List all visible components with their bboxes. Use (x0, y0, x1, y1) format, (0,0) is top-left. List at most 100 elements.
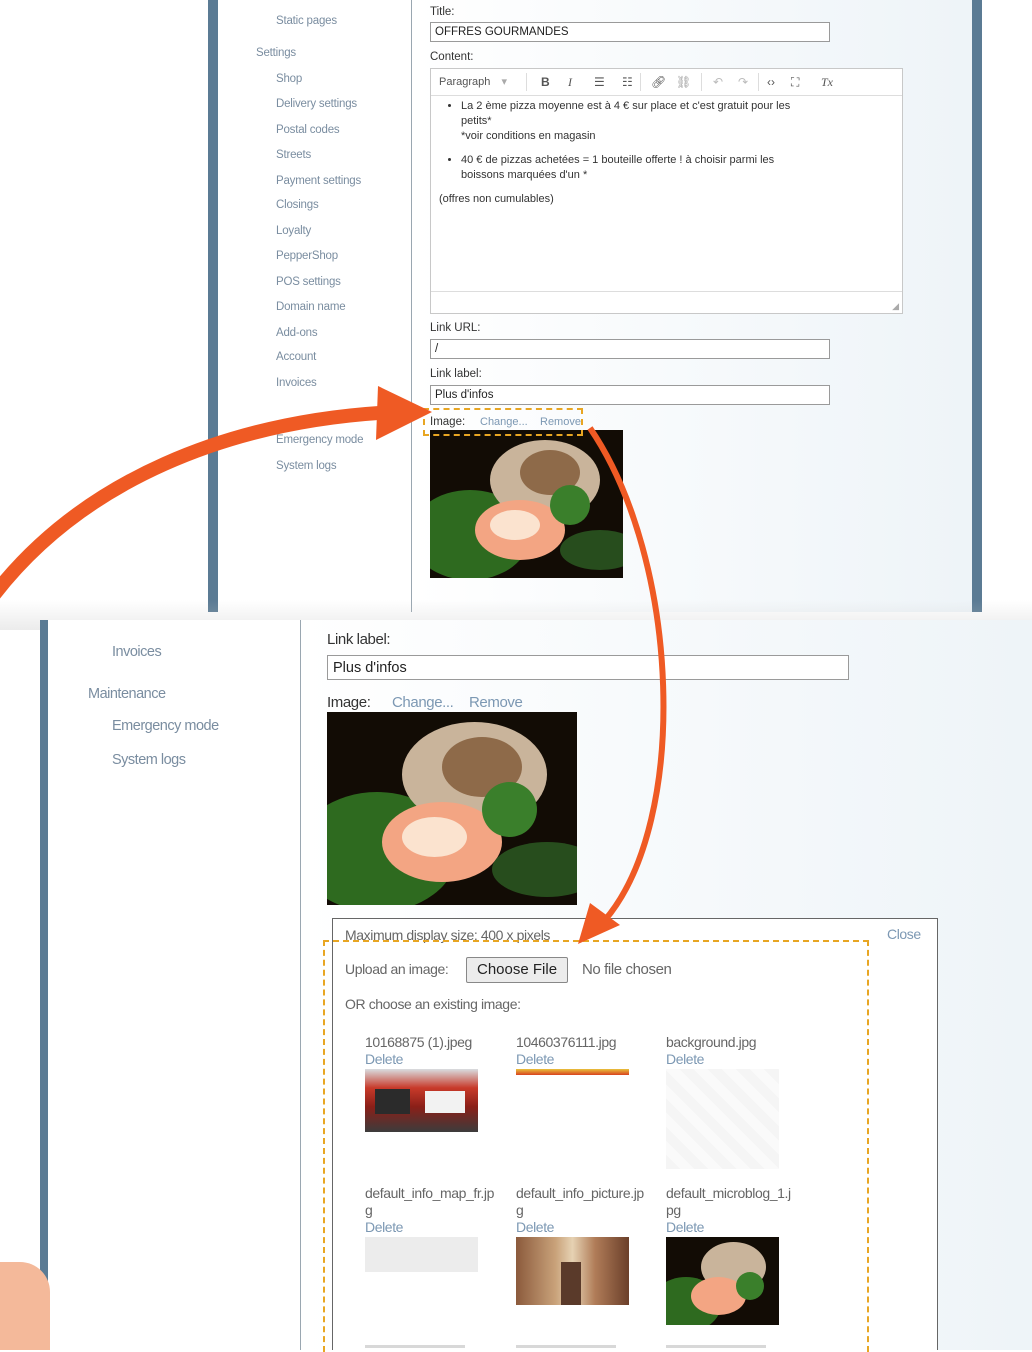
toolbar-divider (526, 73, 527, 91)
bottom-main-form: Link label: Plus d'infos Image: Change..… (302, 620, 1032, 1350)
editor-content[interactable]: La 2 ème pizza moyenne est à 4 € sur pla… (439, 99, 894, 207)
italic-button[interactable]: I (568, 74, 572, 90)
sidebar-item-invoices[interactable]: Invoices (276, 377, 317, 389)
link-label-input[interactable]: Plus d'infos (430, 385, 830, 405)
source-code-icon[interactable]: ‹› (767, 74, 775, 90)
undo-icon[interactable]: ↶ (713, 74, 723, 90)
sidebar-item-system-logs[interactable]: System logs (276, 460, 337, 472)
gallery-item-delete-link[interactable]: Delete (666, 1051, 806, 1068)
bullet-list-icon[interactable]: ☰ (594, 74, 605, 90)
image-remove-link[interactable]: Remove (469, 694, 523, 711)
no-file-chosen-text: No file chosen (582, 961, 672, 978)
gallery-item-delete-link[interactable]: Delete (666, 1219, 798, 1236)
sidebar-item-emergency-mode[interactable]: Emergency mode (276, 434, 364, 446)
sidebar-item-invoices[interactable]: Invoices (112, 644, 162, 660)
thumbnail-detail (425, 1091, 465, 1113)
offer-text: boissons marquées d'un * (461, 169, 588, 181)
format-select[interactable]: Paragraph ▾ (439, 74, 507, 90)
gallery-item-filename: 10168875 (1).jpeg (365, 1034, 472, 1050)
offer-item: La 2 ème pizza moyenne est à 4 € sur pla… (461, 99, 894, 144)
sidebar-item-pos-settings[interactable]: POS settings (276, 276, 341, 288)
top-window: Static pages Settings Shop Delivery sett… (218, 0, 972, 612)
sidebar-item-system-logs[interactable]: System logs (112, 752, 186, 768)
image-label: Image: (327, 694, 371, 711)
bottom-sidebar: Invoices Maintenance Emergency mode Syst… (48, 620, 301, 1350)
toolbar-divider (640, 73, 641, 91)
sidebar-item-account[interactable]: Account (276, 351, 316, 363)
image-change-link[interactable]: Change... (392, 694, 454, 711)
toolbar-divider (758, 73, 759, 91)
gallery-item[interactable]: 10460376111.jpg Delete (516, 1034, 656, 1068)
gallery-thumbnail[interactable] (666, 1069, 779, 1169)
sidebar-item-delivery-settings[interactable]: Delivery settings (276, 98, 357, 110)
upload-image-label: Upload an image: (345, 961, 449, 977)
gallery-thumbnail[interactable] (666, 1237, 779, 1325)
gallery-item-delete-link[interactable]: Delete (516, 1051, 656, 1068)
offer-text: La 2 ème pizza moyenne est à 4 € sur pla… (461, 100, 791, 112)
unlink-icon[interactable]: ⛓︎ (676, 74, 691, 90)
sidebar-item-shop[interactable]: Shop (276, 73, 302, 85)
thumbnail-detail (561, 1262, 581, 1305)
sidebar-item-emergency-mode[interactable]: Emergency mode (112, 718, 219, 734)
title-input[interactable]: OFFRES GOURMANDES (430, 22, 830, 42)
content-label: Content: (430, 51, 474, 63)
numbered-list-icon[interactable]: ☷ (622, 74, 633, 90)
sidebar-item-peppershop[interactable]: PepperShop (276, 250, 338, 262)
sidebar-item-postal-codes[interactable]: Postal codes (276, 124, 340, 136)
clear-format-icon[interactable]: Tx (821, 74, 833, 90)
gallery-item[interactable]: default_microblog_1.jpg Delete (666, 1185, 798, 1236)
link-url-input[interactable]: / (430, 339, 830, 359)
bold-button[interactable]: B (541, 74, 550, 90)
close-panel-link[interactable]: Close (887, 926, 921, 942)
rich-text-editor[interactable]: Paragraph ▾ B I ☰ ☷ 🔗︎ ⛓︎ ↶ ↷ ‹› ⛶ Tx • … (430, 68, 903, 314)
gallery-item-delete-link[interactable]: Delete (516, 1219, 644, 1236)
link-label-label: Link label: (327, 631, 391, 648)
sidebar-item-static-pages[interactable]: Static pages (276, 15, 337, 27)
top-screenshot: Static pages Settings Shop Delivery sett… (208, 0, 982, 612)
image-label: Image: (430, 416, 466, 428)
food-image-part (490, 510, 540, 540)
gallery-item[interactable]: background.jpg Delete (666, 1034, 806, 1068)
gallery-thumbnail[interactable] (516, 1069, 629, 1075)
editor-toolbar: Paragraph ▾ B I ☰ ☷ 🔗︎ ⛓︎ ↶ ↷ ‹› ⛶ Tx (431, 69, 902, 96)
bottom-window: Invoices Maintenance Emergency mode Syst… (48, 620, 1032, 1350)
sidebar-item-add-ons[interactable]: Add-ons (276, 327, 318, 339)
sidebar-section-settings[interactable]: Settings (256, 47, 296, 59)
gallery-item-delete-link[interactable]: Delete (365, 1051, 505, 1068)
sidebar-item-domain-name[interactable]: Domain name (276, 301, 346, 313)
offer-item: 40 € de pizzas achetées = 1 bouteille of… (461, 153, 894, 183)
resize-handle-icon[interactable]: ◢ (892, 301, 899, 312)
food-image-part (736, 1272, 764, 1300)
gallery-item-filename: default_info_picture.jpg (516, 1185, 644, 1218)
gallery-thumbnail[interactable] (365, 1069, 478, 1132)
link-label-input[interactable]: Plus d'infos (327, 655, 849, 680)
toolbar-divider (701, 73, 702, 91)
gallery-item[interactable]: 10168875 (1).jpeg Delete (365, 1034, 505, 1068)
link-icon[interactable]: 🔗︎ (651, 74, 666, 90)
food-image-part (492, 842, 577, 897)
gallery-item[interactable]: default_info_picture.jpg Delete (516, 1185, 644, 1236)
link-label-label: Link label: (430, 368, 482, 380)
gallery-thumbnail[interactable] (365, 1237, 478, 1272)
bottom-screenshot: Invoices Maintenance Emergency mode Syst… (40, 620, 1032, 1350)
cut-off-filename (516, 1345, 616, 1348)
fullscreen-icon[interactable]: ⛶ (791, 74, 799, 90)
cut-off-filename (365, 1345, 465, 1348)
gallery-item[interactable]: default_info_map_fr.jpg Delete (365, 1185, 497, 1236)
top-main-form: Title: OFFRES GOURMANDES Content: Paragr… (413, 0, 972, 612)
sidebar-item-payment-settings[interactable]: Payment settings (276, 175, 361, 187)
food-image-part (482, 782, 537, 837)
sidebar-item-closings[interactable]: Closings (276, 199, 319, 211)
gallery-item-filename: background.jpg (666, 1034, 757, 1050)
choose-file-button[interactable]: Choose File (466, 957, 569, 983)
sidebar-item-streets[interactable]: Streets (276, 149, 311, 161)
sidebar-item-loyalty[interactable]: Loyalty (276, 225, 311, 237)
gallery-thumbnail[interactable] (516, 1237, 629, 1305)
offer-text: 40 € de pizzas achetées = 1 bouteille of… (461, 154, 775, 166)
image-remove-link[interactable]: Remove (540, 416, 581, 428)
sidebar-section-maintenance[interactable]: Maintenance (88, 686, 166, 702)
gallery-item-delete-link[interactable]: Delete (365, 1219, 497, 1236)
offer-text: petits* (461, 115, 492, 127)
redo-icon[interactable]: ↷ (738, 74, 748, 90)
image-change-link[interactable]: Change... (480, 416, 528, 428)
